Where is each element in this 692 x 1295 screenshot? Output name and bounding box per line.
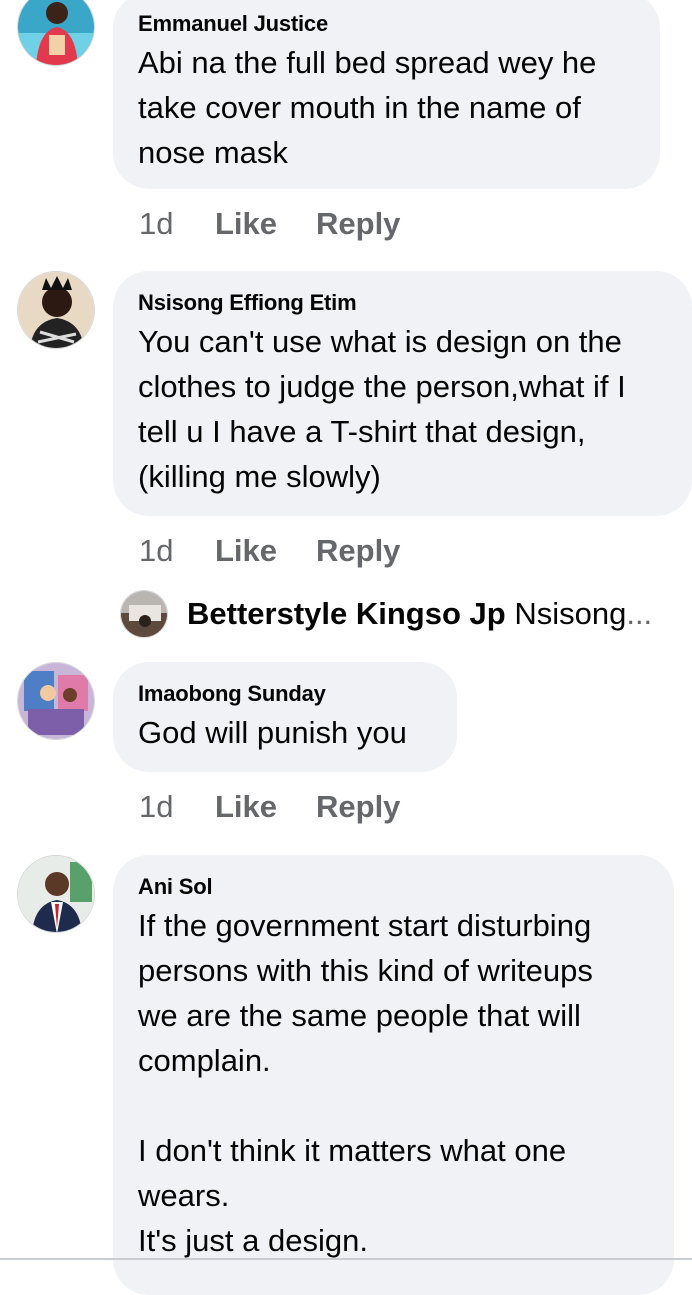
bottom-divider: [0, 1258, 692, 1260]
avatar-image: [18, 272, 94, 348]
like-button[interactable]: Like: [215, 531, 316, 571]
avatar-imaobong-sunday[interactable]: [17, 662, 95, 740]
comment-bubble: Imaobong Sunday God will punish you: [113, 662, 457, 772]
comment-actions: 1d Like Reply: [139, 204, 400, 244]
comment-author[interactable]: Nsisong Effiong Etim: [138, 289, 667, 317]
avatar-image: [18, 663, 94, 739]
comment-text: God will punish you: [138, 715, 407, 750]
comment-bubble: Emmanuel Justice Abi na the full bed spr…: [113, 0, 660, 189]
comment-text: Abi na the full bed spread wey he take c…: [138, 45, 597, 170]
reply-author[interactable]: Betterstyle Kingso Jp: [187, 596, 506, 631]
comment-timestamp[interactable]: 1d: [139, 531, 215, 571]
comment-author[interactable]: Ani Sol: [138, 873, 649, 901]
comment-actions: 1d Like Reply: [139, 787, 400, 827]
avatar-emmanuel-justice[interactable]: [17, 0, 95, 66]
avatar-ani-sol[interactable]: [17, 855, 95, 933]
reply-button[interactable]: Reply: [316, 531, 400, 571]
reply-snippet: Nsisong: [514, 596, 627, 631]
reply-ellipsis: ...: [626, 596, 653, 631]
comment-timestamp[interactable]: 1d: [139, 204, 215, 244]
avatar-image: [121, 591, 167, 637]
comment-author[interactable]: Emmanuel Justice: [138, 10, 635, 38]
reply-preview-text: Betterstyle Kingso Jp Nsisong...: [187, 594, 652, 634]
comment-actions: 1d Like Reply: [139, 531, 400, 571]
avatar-betterstyle-kingso-jp[interactable]: [120, 590, 168, 638]
avatar-image: [18, 856, 94, 932]
avatar-image: [18, 0, 94, 65]
comment-bubble: Ani Sol If the government start disturbi…: [113, 855, 674, 1295]
comment-timestamp[interactable]: 1d: [139, 787, 215, 827]
comment-text: If the government start disturbing perso…: [138, 908, 593, 1258]
comment-author[interactable]: Imaobong Sunday: [138, 680, 432, 708]
avatar-nsisong-effiong-etim[interactable]: [17, 271, 95, 349]
reply-button[interactable]: Reply: [316, 787, 400, 827]
comment-text: You can't use what is design on the clot…: [138, 324, 626, 494]
like-button[interactable]: Like: [215, 204, 316, 244]
comment-bubble: Nsisong Effiong Etim You can't use what …: [113, 271, 692, 516]
like-button[interactable]: Like: [215, 787, 316, 827]
reply-button[interactable]: Reply: [316, 204, 400, 244]
reply-preview[interactable]: Betterstyle Kingso Jp Nsisong...: [120, 590, 680, 638]
